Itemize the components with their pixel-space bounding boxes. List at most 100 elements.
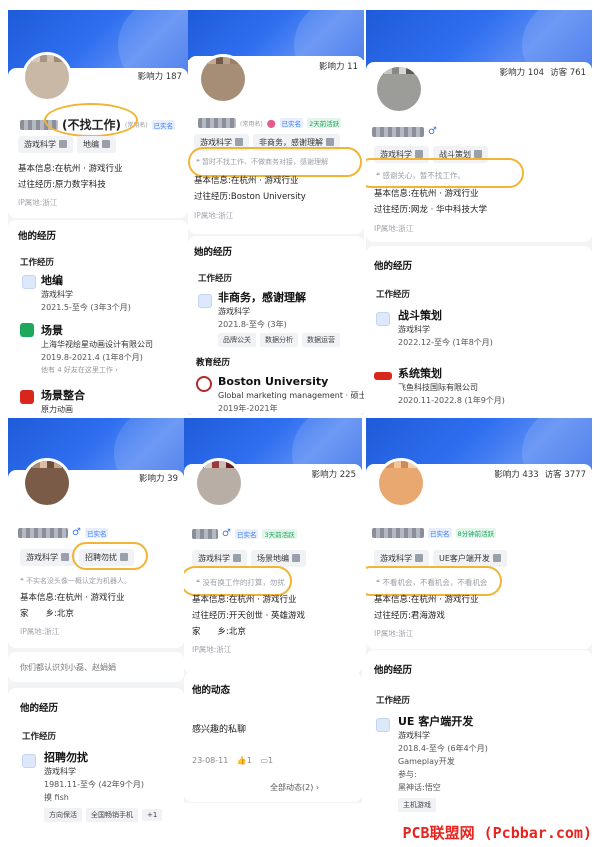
tag-company[interactable]: 游戏科学 bbox=[374, 550, 429, 567]
name-row: 已实名 8分钟前活跃 bbox=[372, 528, 497, 538]
name-note: (常用名) bbox=[240, 120, 263, 128]
blurred-name bbox=[198, 118, 236, 128]
active-badge: 8分钟前活跃 bbox=[455, 528, 497, 538]
tag-row: 游戏科学 场景地编 bbox=[192, 550, 306, 567]
tag-company[interactable]: 游戏科学 bbox=[192, 550, 247, 567]
avatar[interactable] bbox=[22, 458, 72, 508]
job-item[interactable]: 场景 上海华视绘星动画设计有限公司 2019.8-2021.4 (1年8个月) … bbox=[41, 323, 153, 377]
mutual-friends[interactable]: 你们都认识刘小磊、赵娟娟 bbox=[20, 662, 116, 673]
job-item[interactable]: 场景整合 原力动画 bbox=[41, 388, 85, 415]
post-meta: 23-08-11 👍1 ▭1 bbox=[192, 756, 274, 765]
work-subtitle: 工作经历 bbox=[376, 290, 411, 300]
comment-icon[interactable]: ▭ bbox=[260, 756, 268, 765]
job-item[interactable]: 战斗策划 游戏科学 2022.12-至今 (1年8个月) bbox=[398, 308, 493, 349]
ip-location: IP属地:浙江 bbox=[20, 627, 60, 636]
section-title: 他的经历 bbox=[20, 703, 59, 714]
verified-badge: 已实名 bbox=[428, 528, 452, 538]
ip-location: IP属地:浙江 bbox=[194, 211, 234, 220]
skill-tag: 方向保活 bbox=[44, 808, 82, 822]
profile-panel-1: 影响力 187 (不找工作) (常用名) 已实名 游戏科学 地编 基本信息:在杭… bbox=[8, 10, 188, 415]
profile-panel-4: 影响力 39 ♂ 已实名 游戏科学 招聘勿扰 ❝ 不实名没头像一概认定为机器人。… bbox=[8, 418, 184, 828]
name-row: ♂ 已实名 3天前活跃 bbox=[192, 528, 297, 539]
name-row: ♂ bbox=[372, 126, 437, 137]
stats: 影响力 104 访客 761 bbox=[499, 68, 586, 78]
section-title: 他的经历 bbox=[374, 261, 413, 272]
job-item[interactable]: 地编 游戏科学 2021.5-至今 (3年3个月) bbox=[41, 273, 131, 314]
university-logo bbox=[196, 376, 212, 392]
company-logo bbox=[376, 312, 390, 326]
tag-company[interactable]: 游戏科学 bbox=[20, 549, 75, 566]
blurred-name bbox=[372, 528, 424, 538]
skill-tag: 主机游戏 bbox=[398, 798, 436, 812]
job-item[interactable]: 系统策划 飞鱼科技国际有限公司 2020.11-2022.8 (1年9个月) bbox=[398, 366, 505, 407]
watermark: PCB联盟网 (Pcbbar.com) bbox=[402, 824, 593, 842]
highlight-circle bbox=[72, 542, 148, 570]
basic-info: 基本信息:在杭州 · 游戏行业 家 乡:北京 bbox=[20, 593, 125, 619]
avatar[interactable] bbox=[198, 54, 248, 104]
active-badge: 2天前活跃 bbox=[307, 118, 342, 128]
skill-tag: 数据分析 bbox=[260, 333, 298, 347]
stats: 影响力 39 bbox=[138, 474, 178, 484]
basic-info: 基本信息:在杭州 · 游戏行业 过往经历:网龙 · 华中科技大学 bbox=[374, 189, 487, 215]
blurred-name bbox=[18, 527, 68, 538]
male-icon: ♂ bbox=[72, 527, 81, 538]
name-row: (常用名) ⬤ 已实名 2天前活跃 bbox=[198, 118, 342, 128]
male-icon: ♂ bbox=[222, 528, 231, 539]
experience-card bbox=[8, 220, 188, 415]
profile-panel-5: 影响力 225 ♂ 已实名 3天前活跃 游戏科学 场景地编 ❝ 没有换工作的打算… bbox=[184, 418, 362, 803]
company-logo bbox=[198, 294, 212, 308]
blurred-name bbox=[372, 126, 424, 137]
like-icon[interactable]: 👍 bbox=[237, 756, 247, 765]
verified-badge: 已实名 bbox=[279, 118, 304, 128]
male-icon: ♂ bbox=[428, 126, 437, 137]
section-title: 她的经历 bbox=[194, 247, 233, 258]
profile-panel-6: 影响力 433 访客 3777 已实名 8分钟前活跃 游戏科学 UE客户端开发 ❝… bbox=[366, 418, 592, 818]
company-logo bbox=[22, 275, 36, 289]
verified-badge: 已实名 bbox=[234, 528, 259, 539]
blurred-name bbox=[192, 528, 218, 539]
skill-tag: 全国畅销手机 bbox=[86, 808, 138, 822]
section-title: 他的经历 bbox=[374, 665, 413, 676]
tag-company[interactable]: 游戏科学 bbox=[18, 136, 73, 153]
profile-panel-3: 影响力 104 访客 761 ♂ 游戏科学 战斗策划 ❝ 感谢关心，暂不找工作。 … bbox=[366, 10, 592, 415]
basic-info: 基本信息:在杭州 · 游戏行业 过往经历:君海游戏 bbox=[374, 595, 479, 621]
education-title: 教育经历 bbox=[196, 358, 231, 368]
profile-cover bbox=[188, 10, 364, 90]
all-posts-link[interactable]: 全部动态(2) › bbox=[270, 782, 319, 793]
ip-location: IP属地:浙江 bbox=[374, 629, 414, 638]
stats: 影响力 225 bbox=[311, 470, 356, 480]
stats: 影响力 187 bbox=[137, 72, 182, 82]
education-item[interactable]: Boston University Global marketing manag… bbox=[218, 374, 364, 415]
job-item[interactable]: 招聘勿扰 游戏科学 1981.11-至今 (42年9个月) 摸 fish 方向保… bbox=[44, 750, 166, 822]
status-quote: ❝ 不实名没头像一概认定为机器人。 bbox=[20, 577, 131, 585]
highlight-circle bbox=[44, 103, 138, 137]
avatar[interactable] bbox=[194, 458, 244, 508]
active-badge: 3天前活跃 bbox=[262, 528, 297, 539]
tag-row: 游戏科学 地编 bbox=[18, 136, 116, 153]
company-logo bbox=[20, 390, 34, 404]
ip-location: IP属地:浙江 bbox=[192, 645, 232, 654]
tag-role[interactable]: 场景地编 bbox=[251, 550, 306, 567]
verified-badge: 已实名 bbox=[84, 527, 109, 538]
section-title: 他的动态 bbox=[192, 685, 231, 696]
avatar[interactable] bbox=[22, 52, 72, 102]
highlight-circle bbox=[366, 158, 524, 188]
company-logo bbox=[20, 323, 34, 337]
avatar[interactable] bbox=[376, 458, 426, 508]
company-logo bbox=[376, 718, 390, 732]
avatar[interactable] bbox=[374, 64, 424, 114]
work-subtitle: 工作经历 bbox=[20, 258, 55, 268]
stats: 影响力 11 bbox=[318, 62, 358, 72]
tag-role[interactable]: UE客户端开发 bbox=[433, 550, 507, 567]
job-item[interactable]: UE 客户端开发 游戏科学 2018.4-至今 (6年4个月) Gameplay… bbox=[398, 714, 488, 812]
tag-role[interactable]: 地编 bbox=[77, 136, 116, 153]
company-logo bbox=[374, 372, 392, 380]
skill-tag: 品牌公关 bbox=[218, 333, 256, 347]
post-content[interactable]: 感兴趣的私聊 bbox=[192, 722, 246, 735]
tag-row: 游戏科学 UE客户端开发 bbox=[374, 550, 507, 567]
basic-info: 基本信息:在杭州 · 游戏行业 过往经历:原力数字科技 bbox=[18, 164, 123, 190]
section-title: 他的经历 bbox=[18, 231, 57, 242]
job-item[interactable]: 非商务，感谢理解 游戏科学 2021.8-至今 (3年) 品牌公关 数据分析 数据运… bbox=[218, 290, 344, 347]
name-row: ♂ 已实名 bbox=[18, 527, 109, 538]
location-icon: ⬤ bbox=[266, 118, 276, 128]
